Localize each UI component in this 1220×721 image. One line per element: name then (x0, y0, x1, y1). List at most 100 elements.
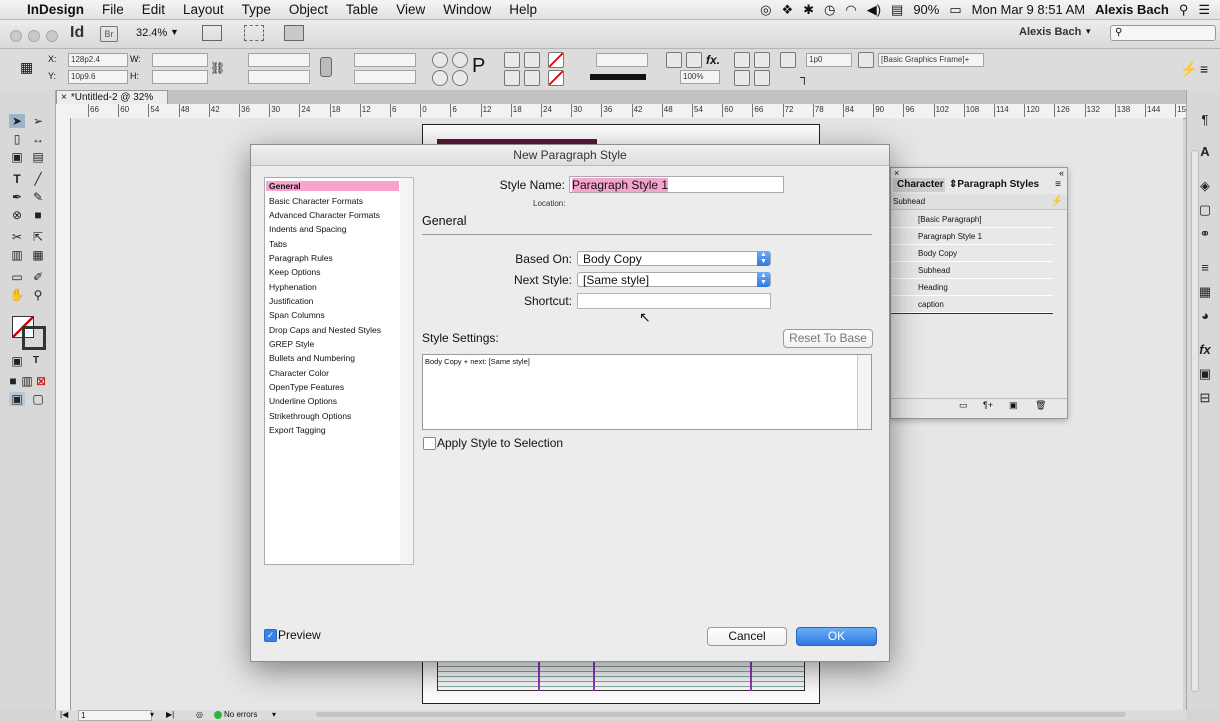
next-style-select[interactable]: [Same style] ▲ ▼ (577, 272, 771, 287)
category-item[interactable]: Justification (269, 296, 313, 306)
style-item[interactable]: Subhead (891, 263, 1053, 279)
select-content-icon[interactable] (524, 52, 540, 68)
gradient-feather-tool-icon[interactable]: ▦ (30, 248, 46, 262)
line-tool-icon[interactable]: ╱ (30, 172, 46, 186)
close-window-button[interactable] (10, 30, 22, 42)
selection-tool-icon[interactable]: ➤ (9, 114, 25, 128)
note-tool-icon[interactable]: ▭ (9, 270, 25, 284)
horizontal-ruler[interactable]: 66 60 54 48 42 36 30 24 18 12 6 0 6 12 18 24 30 36 42 48 54 6… (56, 104, 1191, 119)
color-panel-icon[interactable]: ◕ (1197, 308, 1213, 324)
category-item[interactable]: Hyphenation (269, 282, 317, 292)
zoom-dropdown-icon[interactable]: ▼ (170, 27, 179, 37)
bridge-button[interactable]: Br (100, 26, 118, 42)
wrap-around-icon[interactable] (754, 52, 770, 68)
stroke-color-icon[interactable] (22, 326, 46, 350)
category-item[interactable]: Tabs (269, 239, 287, 249)
object-style-select[interactable]: [Basic Graphics Frame]+ (878, 53, 984, 67)
text-wrap-panel-icon[interactable]: ▣ (1197, 366, 1213, 382)
zoom-tool-icon[interactable]: ⚲ (30, 288, 46, 302)
category-item[interactable]: Strikethrough Options (269, 411, 351, 421)
effects-icon[interactable] (686, 52, 702, 68)
ok-button[interactable]: OK (796, 627, 877, 646)
category-item[interactable]: Bullets and Numbering (269, 353, 355, 363)
category-item[interactable]: Character Color (269, 368, 329, 378)
workspace-dropdown-icon[interactable]: ▾ (1086, 26, 1091, 37)
rectangle-tool-icon[interactable]: ■ (30, 208, 46, 222)
fitting-icon[interactable] (734, 70, 750, 86)
delete-style-icon[interactable]: 🗑 (1035, 400, 1046, 411)
preflight-status-text[interactable]: No errors (224, 710, 257, 720)
style-item[interactable]: [Basic Paragraph] (891, 212, 1053, 228)
fx-icon[interactable]: fx. (706, 53, 720, 67)
category-item[interactable]: Advanced Character Formats (269, 210, 380, 220)
category-item[interactable]: Underline Options (269, 396, 337, 406)
style-item[interactable]: Paragraph Style 1 (891, 229, 1053, 245)
style-settings-scrollbar[interactable] (857, 355, 871, 429)
menu-help[interactable]: Help (500, 2, 546, 17)
app-menu[interactable]: InDesign (18, 2, 93, 17)
time-machine-icon[interactable]: ◷ (824, 2, 835, 18)
stroke-panel-icon[interactable]: ≡ (1197, 260, 1213, 276)
tab-paragraph-styles[interactable]: ⇕Paragraph Styles (945, 178, 1044, 192)
hand-tool-icon[interactable]: ✋ (9, 288, 25, 302)
corner-options-icon[interactable] (780, 52, 796, 68)
pen-tool-icon[interactable]: ✒ (9, 190, 25, 204)
based-on-select[interactable]: Body Copy ▲ ▼ (577, 251, 771, 266)
menu-table[interactable]: Table (337, 2, 387, 17)
workspace-switcher[interactable]: Alexis Bach (1019, 26, 1081, 38)
x-position-field[interactable]: 128p2.4 (68, 53, 128, 67)
drop-shadow-icon[interactable] (666, 52, 682, 68)
dropbox-icon[interactable]: ❖ (781, 2, 793, 18)
corner-shape-icon[interactable]: ┐ (800, 70, 809, 84)
constrain-proportions-icon[interactable]: ⛓ (210, 61, 225, 75)
category-general[interactable]: General (266, 181, 399, 191)
stroke-weight-field[interactable] (596, 53, 648, 67)
stroke-swatch-icon[interactable] (548, 70, 564, 86)
category-list-scrollbar[interactable] (400, 177, 414, 565)
collapse-panel-icon[interactable]: « (1059, 168, 1064, 178)
volume-icon[interactable]: ◀) (867, 2, 881, 18)
content-collector-icon[interactable]: ▣ (9, 150, 25, 164)
style-name-input[interactable]: Paragraph Style 1 (569, 176, 784, 193)
category-item[interactable]: Indents and Spacing (269, 224, 347, 234)
category-item[interactable]: Export Tagging (269, 425, 326, 435)
category-item[interactable]: Drop Caps and Nested Styles (269, 325, 381, 335)
flip-icon[interactable] (432, 70, 448, 86)
opacity-field[interactable]: 100% (680, 70, 720, 84)
text-wrap-icon[interactable] (734, 52, 750, 68)
page-dropdown-icon[interactable]: ▾ (150, 710, 154, 720)
width-field[interactable] (152, 53, 208, 67)
panel-menu-icon[interactable]: ≡ (1200, 61, 1208, 77)
rotation-angle-field[interactable] (354, 53, 416, 67)
style-item[interactable]: Heading (891, 280, 1053, 296)
scale-x-field[interactable] (248, 53, 310, 67)
corner-size-field[interactable]: 1p0 (806, 53, 852, 67)
layers-panel-icon[interactable]: ◈ (1197, 178, 1213, 194)
flip-vertical-icon[interactable] (452, 70, 468, 86)
formatting-text-icon[interactable]: T (28, 354, 44, 368)
spotlight-icon[interactable]: ⚲ (1179, 2, 1189, 18)
shear-angle-field[interactable] (354, 70, 416, 84)
page-number-field[interactable]: 1 (78, 710, 152, 721)
formatting-container-icon[interactable]: ▣ (9, 354, 25, 368)
category-item[interactable]: OpenType Features (269, 382, 344, 392)
eyedropper-tool-icon[interactable]: ✐ (30, 270, 46, 284)
first-page-icon[interactable]: |◀ (60, 710, 68, 720)
minimize-window-button[interactable] (28, 30, 40, 42)
close-tab-icon[interactable]: × (61, 92, 67, 103)
style-item[interactable]: caption (891, 297, 1053, 313)
select-next-icon[interactable] (524, 70, 540, 86)
menu-type[interactable]: Type (233, 2, 280, 17)
next-page-icon[interactable]: ▶| (166, 710, 174, 720)
creative-cloud-icon[interactable]: ◎ (760, 2, 771, 18)
arrange-documents-icon[interactable] (284, 25, 304, 41)
reference-point-icon[interactable]: ▦ (20, 59, 33, 76)
effects-panel-icon[interactable]: fx (1197, 342, 1213, 358)
new-style-group-icon[interactable]: ⚡ (1051, 194, 1063, 210)
clock[interactable]: Mon Mar 9 8:51 AM (972, 2, 1085, 17)
new-group-icon[interactable]: ▭ (959, 400, 968, 411)
view-options-icon[interactable] (202, 25, 222, 41)
document-tab[interactable]: × *Untitled-2 @ 32% (56, 90, 168, 105)
zoom-level[interactable]: 32.4% (136, 27, 167, 39)
menu-file[interactable]: File (93, 2, 133, 17)
